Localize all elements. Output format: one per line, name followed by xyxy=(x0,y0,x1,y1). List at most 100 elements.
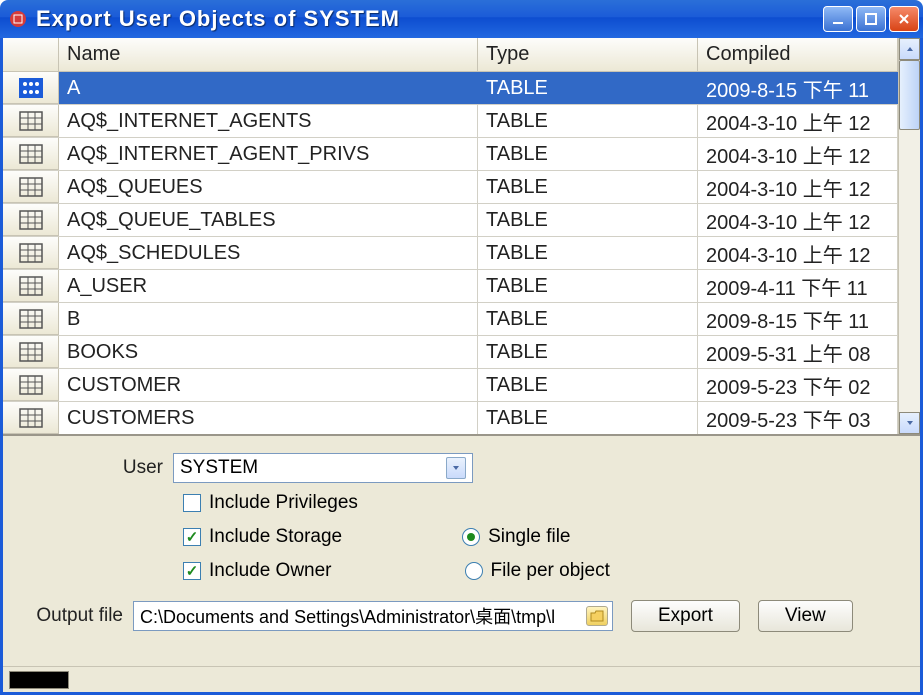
view-button[interactable]: View xyxy=(758,600,853,632)
row-compiled: 2004-3-10 上午 12 xyxy=(698,204,898,236)
checkbox-icon xyxy=(183,494,201,512)
column-header-type[interactable]: Type xyxy=(478,38,698,72)
row-icon xyxy=(3,72,59,104)
row-name: A xyxy=(59,72,478,104)
row-name: AQ$_SCHEDULES xyxy=(59,237,478,269)
scroll-thumb[interactable] xyxy=(899,60,920,130)
row-type: TABLE xyxy=(478,72,698,104)
file-per-object-label: File per object xyxy=(491,560,610,582)
scroll-down-button[interactable] xyxy=(899,412,920,434)
table-row[interactable]: BOOKSTABLE2009-5-31 上午 08 xyxy=(3,336,898,369)
file-per-object-radio[interactable]: File per object xyxy=(465,560,610,582)
scroll-track[interactable] xyxy=(899,60,920,412)
row-name: CUSTOMER xyxy=(59,369,478,401)
output-file-value: C:\Documents and Settings\Administrator\… xyxy=(140,603,555,629)
client-area: Name Type Compiled ATABLE2009-8-15 下午 11… xyxy=(0,38,923,695)
row-compiled: 2004-3-10 上午 12 xyxy=(698,138,898,170)
close-button[interactable] xyxy=(889,6,919,32)
maximize-button[interactable] xyxy=(856,6,886,32)
table-row[interactable]: AQ$_INTERNET_AGENT_PRIVSTABLE2004-3-10 上… xyxy=(3,138,898,171)
include-privileges-label: Include Privileges xyxy=(209,492,358,514)
scroll-up-button[interactable] xyxy=(899,38,920,60)
checkbox-icon: ✓ xyxy=(183,562,201,580)
row-type: TABLE xyxy=(478,369,698,401)
row-type: TABLE xyxy=(478,303,698,335)
row-name: AQ$_INTERNET_AGENTS xyxy=(59,105,478,137)
user-label: User xyxy=(23,457,173,479)
table-row[interactable]: AQ$_QUEUE_TABLESTABLE2004-3-10 上午 12 xyxy=(3,204,898,237)
table-header: Name Type Compiled xyxy=(3,38,898,72)
row-name: AQ$_QUEUE_TABLES xyxy=(59,204,478,236)
object-table: Name Type Compiled ATABLE2009-8-15 下午 11… xyxy=(3,38,920,436)
include-storage-label: Include Storage xyxy=(209,526,342,548)
user-select[interactable]: SYSTEM xyxy=(173,453,473,483)
row-icon xyxy=(3,138,59,170)
row-icon xyxy=(3,303,59,335)
export-button[interactable]: Export xyxy=(631,600,740,632)
include-privileges-checkbox[interactable]: Include Privileges xyxy=(183,492,358,514)
table-row[interactable]: CUSTOMERTABLE2009-5-23 下午 02 xyxy=(3,369,898,402)
row-compiled: 2009-5-23 下午 02 xyxy=(698,369,898,401)
row-compiled: 2009-8-15 下午 11 xyxy=(698,303,898,335)
single-file-label: Single file xyxy=(488,526,570,548)
row-compiled: 2009-5-31 上午 08 xyxy=(698,336,898,368)
column-header-name[interactable]: Name xyxy=(59,38,478,72)
row-name: AQ$_INTERNET_AGENT_PRIVS xyxy=(59,138,478,170)
row-icon xyxy=(3,369,59,401)
table-row[interactable]: ATABLE2009-8-15 下午 11 xyxy=(3,72,898,105)
row-compiled: 2009-8-15 下午 11 xyxy=(698,72,898,104)
user-value: SYSTEM xyxy=(180,457,258,479)
row-name: CUSTOMERS xyxy=(59,402,478,434)
chevron-down-icon[interactable] xyxy=(446,457,466,479)
status-bar xyxy=(3,666,920,692)
row-icon xyxy=(3,105,59,137)
checkbox-icon: ✓ xyxy=(183,528,201,546)
table-row[interactable]: CUSTOMERSTABLE2009-5-23 下午 03 xyxy=(3,402,898,434)
window-title: Export User Objects of SYSTEM xyxy=(36,6,823,32)
table-row[interactable]: AQ$_QUEUESTABLE2004-3-10 上午 12 xyxy=(3,171,898,204)
row-type: TABLE xyxy=(478,237,698,269)
output-file-input[interactable]: C:\Documents and Settings\Administrator\… xyxy=(133,601,613,631)
table-row[interactable]: AQ$_SCHEDULESTABLE2004-3-10 上午 12 xyxy=(3,237,898,270)
row-icon xyxy=(3,402,59,434)
titlebar[interactable]: Export User Objects of SYSTEM xyxy=(0,0,923,38)
table-row[interactable]: A_USERTABLE2009-4-11 下午 11 xyxy=(3,270,898,303)
minimize-button[interactable] xyxy=(823,6,853,32)
row-type: TABLE xyxy=(478,336,698,368)
include-storage-checkbox[interactable]: ✓ Include Storage xyxy=(183,526,342,548)
output-file-label: Output file xyxy=(23,605,133,627)
row-compiled: 2004-3-10 上午 12 xyxy=(698,105,898,137)
row-compiled: 2009-4-11 下午 11 xyxy=(698,270,898,302)
row-compiled: 2004-3-10 上午 12 xyxy=(698,171,898,203)
radio-icon xyxy=(462,528,480,546)
table-row[interactable]: BTABLE2009-8-15 下午 11 xyxy=(3,303,898,336)
row-icon xyxy=(3,336,59,368)
row-name: A_USER xyxy=(59,270,478,302)
column-header-compiled[interactable]: Compiled xyxy=(698,38,898,72)
row-type: TABLE xyxy=(478,105,698,137)
vertical-scrollbar[interactable] xyxy=(898,38,920,434)
row-icon xyxy=(3,237,59,269)
include-owner-checkbox[interactable]: ✓ Include Owner xyxy=(183,560,332,582)
column-header-icon[interactable] xyxy=(3,38,59,72)
row-type: TABLE xyxy=(478,204,698,236)
row-type: TABLE xyxy=(478,402,698,434)
row-name: BOOKS xyxy=(59,336,478,368)
row-compiled: 2004-3-10 上午 12 xyxy=(698,237,898,269)
radio-icon xyxy=(465,562,483,580)
app-icon xyxy=(8,9,28,29)
row-compiled: 2009-5-23 下午 03 xyxy=(698,402,898,434)
row-type: TABLE xyxy=(478,171,698,203)
single-file-radio[interactable]: Single file xyxy=(462,526,570,548)
row-icon xyxy=(3,270,59,302)
table-row[interactable]: AQ$_INTERNET_AGENTSTABLE2004-3-10 上午 12 xyxy=(3,105,898,138)
row-type: TABLE xyxy=(478,138,698,170)
row-name: AQ$_QUEUES xyxy=(59,171,478,203)
progress-indicator xyxy=(9,671,69,689)
row-icon xyxy=(3,204,59,236)
row-icon xyxy=(3,171,59,203)
row-name: B xyxy=(59,303,478,335)
folder-icon[interactable] xyxy=(586,606,608,626)
options-panel: User SYSTEM Include Privileges ✓ Include… xyxy=(3,436,920,666)
include-owner-label: Include Owner xyxy=(209,560,332,582)
